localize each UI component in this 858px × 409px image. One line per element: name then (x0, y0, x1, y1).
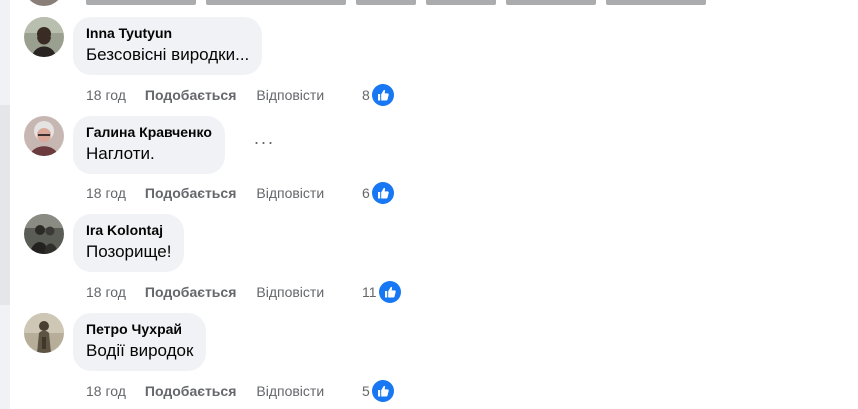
comment-text: Безсовісні виродки... (86, 45, 250, 64)
comment-text: Наглоти. (86, 144, 155, 163)
like-button[interactable]: Подобається (145, 383, 236, 399)
comment-actions: 18 год Подобається Відповісти (86, 281, 324, 303)
comment-time[interactable]: 18 год (86, 185, 126, 201)
left-panel-shadow (0, 105, 10, 305)
comment-actions: 18 год Подобається Відповісти (86, 380, 324, 402)
comment-author[interactable]: Inna Tyutyun (86, 25, 249, 42)
like-thumb-icon (378, 281, 401, 303)
comment-text: Водії виродок (86, 341, 194, 360)
comment-author[interactable]: Петро Чухрай (86, 321, 193, 338)
reaction-summary[interactable]: 6 (362, 182, 394, 204)
reply-button[interactable]: Відповісти (256, 383, 324, 399)
comment-time[interactable]: 18 год (86, 284, 126, 300)
comment-time[interactable]: 18 год (86, 383, 126, 399)
previous-comment-cut-text (86, 0, 706, 5)
reaction-summary[interactable]: 11 (362, 281, 401, 303)
reaction-count: 6 (362, 185, 370, 201)
like-button[interactable]: Подобається (145, 185, 236, 201)
comment-bubble: Inna Tyutyun Безсовісні виродки... (73, 17, 263, 75)
comment-actions: 18 год Подобається Відповісти (86, 182, 324, 204)
comment-actions: 18 год Подобається Відповісти (86, 84, 324, 106)
comment-author[interactable]: Галина Кравченко (86, 124, 212, 141)
more-options-icon[interactable]: ··· (252, 130, 276, 154)
like-button[interactable]: Подобається (145, 87, 236, 103)
previous-comment-avatar (24, 0, 64, 6)
avatar[interactable] (24, 313, 64, 353)
comment-author[interactable]: Ira Kolontaj (86, 222, 171, 239)
like-thumb-icon (371, 380, 394, 402)
avatar[interactable] (24, 116, 64, 156)
left-panel-edge (0, 0, 10, 409)
reply-button[interactable]: Відповісти (256, 185, 324, 201)
comment-bubble: Петро Чухрай Водії виродок (73, 313, 207, 371)
reaction-summary[interactable]: 5 (362, 380, 394, 402)
comment-time[interactable]: 18 год (86, 87, 126, 103)
avatar[interactable] (24, 214, 64, 254)
like-button[interactable]: Подобається (145, 284, 236, 300)
like-thumb-icon (371, 84, 394, 106)
reply-button[interactable]: Відповісти (256, 87, 324, 103)
reaction-count: 8 (362, 87, 370, 103)
reaction-count: 5 (362, 383, 370, 399)
reply-button[interactable]: Відповісти (256, 284, 324, 300)
like-thumb-icon (371, 182, 394, 204)
comment-bubble: Ira Kolontaj Позорище! (73, 214, 185, 272)
reaction-count: 11 (362, 284, 377, 300)
comment-bubble: Галина Кравченко Наглоти. (73, 116, 225, 174)
reaction-summary[interactable]: 8 (362, 84, 394, 106)
comment-text: Позорище! (86, 242, 172, 261)
avatar[interactable] (24, 17, 64, 57)
